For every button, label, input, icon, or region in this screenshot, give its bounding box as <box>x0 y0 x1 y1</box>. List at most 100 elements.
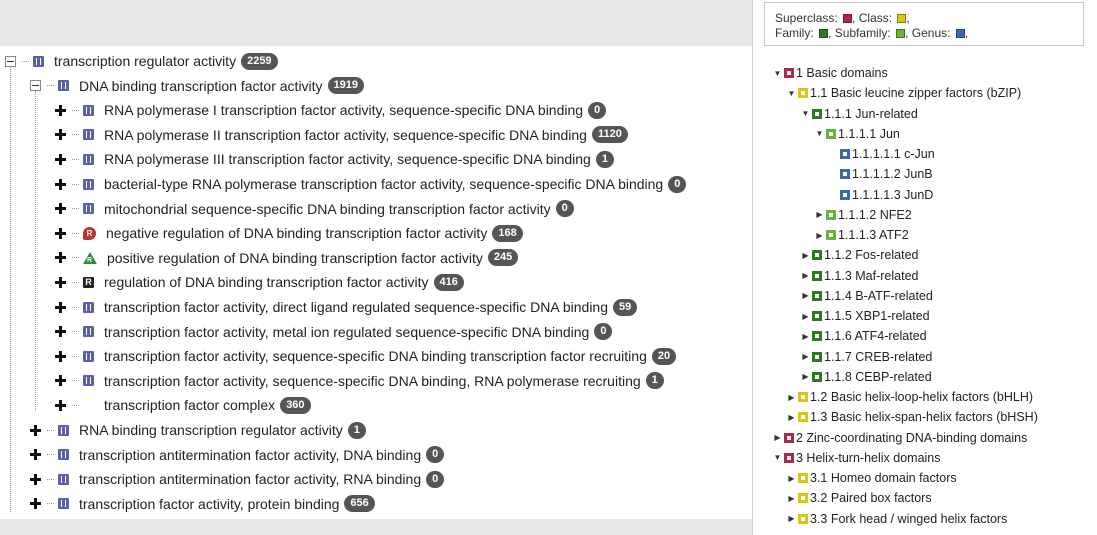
collapsed-arrow-icon[interactable]: ▶ <box>801 251 810 260</box>
expand-icon[interactable] <box>55 129 66 141</box>
tree-row[interactable]: bacterial-type RNA polymerase transcript… <box>55 172 687 196</box>
expand-icon[interactable] <box>55 399 66 411</box>
classification-row-label[interactable]: 1.3 Basic helix-span-helix factors (bHSH… <box>810 410 1038 424</box>
classification-row-label[interactable]: 3.1 Homeo domain factors <box>810 471 957 485</box>
classification-row-label[interactable]: 2 Zinc-coordinating DNA-binding domains <box>796 431 1027 445</box>
classification-row[interactable]: ▼ 1.1 Basic leucine zipper factors (bZIP) <box>787 83 1022 103</box>
expand-icon[interactable] <box>30 449 41 461</box>
tree-row[interactable]: transcription factor activity, protein b… <box>30 492 375 516</box>
expanded-arrow-icon[interactable]: ▼ <box>773 69 782 78</box>
collapsed-arrow-icon[interactable]: ▶ <box>815 210 824 219</box>
expand-icon[interactable] <box>55 178 66 190</box>
expand-icon[interactable] <box>30 498 41 510</box>
tree-row-label[interactable]: regulation of DNA binding transcription … <box>104 274 429 290</box>
tree-row-label[interactable]: bacterial-type RNA polymerase transcript… <box>104 176 663 192</box>
classification-row-label[interactable]: 1.1.5 XBP1-related <box>824 309 930 323</box>
tree-row-label[interactable]: transcription factor activity, protein b… <box>79 496 339 512</box>
expand-icon[interactable] <box>55 301 66 313</box>
classification-row-label[interactable]: 1.1.6 ATF4-related <box>824 329 927 343</box>
classification-row-label[interactable]: 3.3 Fork head / winged helix factors <box>810 512 1007 526</box>
expand-icon[interactable] <box>55 350 66 362</box>
classification-row-label[interactable]: 1.1.1 Jun-related <box>824 107 918 121</box>
classification-row[interactable]: ▼ 1.1.1.1 Jun <box>815 124 900 144</box>
classification-row-label[interactable]: 3 Helix-turn-helix domains <box>796 451 941 465</box>
tree-row-label[interactable]: transcription factor activity, sequence-… <box>104 373 641 389</box>
tree-row[interactable]: Rpositive regulation of DNA binding tran… <box>55 246 519 270</box>
collapsed-arrow-icon[interactable]: ▶ <box>801 352 810 361</box>
collapsed-arrow-icon[interactable]: ▶ <box>815 231 824 240</box>
classification-row[interactable]: ▶ 3.2 Paired box factors <box>787 488 932 508</box>
tree-row[interactable]: transcription factor complex 360 <box>55 393 311 417</box>
classification-row[interactable]: 1.1.1.1.1 c-Jun <box>829 144 935 164</box>
tree-row-label[interactable]: transcription antitermination factor act… <box>79 471 421 487</box>
classification-row[interactable]: ▶ 3.1 Homeo domain factors <box>787 468 957 488</box>
tree-row[interactable]: RNA polymerase II transcription factor a… <box>55 123 628 147</box>
tree-row-label[interactable]: transcription factor complex <box>104 397 275 413</box>
tree-row-label[interactable]: transcription factor activity, sequence-… <box>104 348 647 364</box>
classification-row[interactable]: ▶ 1.1.7 CREB-related <box>801 347 932 367</box>
collapse-icon[interactable] <box>5 55 16 67</box>
expand-icon[interactable] <box>55 227 66 239</box>
classification-row[interactable]: ▶ 1.1.1.3 ATF2 <box>815 225 909 245</box>
tree-row-label[interactable]: transcription factor activity, metal ion… <box>104 324 589 340</box>
classification-row-label[interactable]: 1.1.2 Fos-related <box>824 248 919 262</box>
expanded-arrow-icon[interactable]: ▼ <box>815 129 824 138</box>
collapsed-arrow-icon[interactable]: ▶ <box>787 413 796 422</box>
expanded-arrow-icon[interactable]: ▼ <box>801 109 810 118</box>
tree-row[interactable]: Rregulation of DNA binding transcription… <box>55 270 464 294</box>
tree-row-label[interactable]: transcription antitermination factor act… <box>79 447 421 463</box>
tree-row-label[interactable]: DNA binding transcription factor activit… <box>79 78 323 94</box>
expand-icon[interactable] <box>55 326 66 338</box>
classification-row[interactable]: 1.1.1.1.3 JunD <box>829 185 933 205</box>
tree-row[interactable]: RNA polymerase III transcription factor … <box>55 147 614 171</box>
expanded-arrow-icon[interactable]: ▼ <box>773 453 782 462</box>
classification-row-label[interactable]: 1.1.1.2 NFE2 <box>838 208 912 222</box>
expand-icon[interactable] <box>55 153 66 165</box>
tree-row[interactable]: transcription factor activity, sequence-… <box>55 344 677 368</box>
classification-row[interactable]: ▶ 2 Zinc-coordinating DNA-binding domains <box>773 428 1027 448</box>
expand-icon[interactable] <box>55 276 66 288</box>
classification-row[interactable]: ▶ 1.1.6 ATF4-related <box>801 326 927 346</box>
classification-row[interactable]: ▼ 3 Helix-turn-helix domains <box>773 448 941 468</box>
collapsed-arrow-icon[interactable]: ▶ <box>801 271 810 280</box>
tree-row-label[interactable]: RNA binding transcription regulator acti… <box>79 422 343 438</box>
tree-row[interactable]: transcription factor activity, direct li… <box>55 295 638 319</box>
tree-row-label[interactable]: positive regulation of DNA binding trans… <box>107 250 483 266</box>
classification-row-label[interactable]: 1.2 Basic helix-loop-helix factors (bHLH… <box>810 390 1033 404</box>
collapsed-arrow-icon[interactable]: ▶ <box>787 494 796 503</box>
classification-row[interactable]: ▼ 1 Basic domains <box>773 63 888 83</box>
collapsed-arrow-icon[interactable]: ▶ <box>787 514 796 523</box>
tree-row-label[interactable]: negative regulation of DNA binding trans… <box>106 225 487 241</box>
expand-icon[interactable] <box>30 424 41 436</box>
expand-icon[interactable] <box>55 375 66 387</box>
tree-row[interactable]: mitochondrial sequence-specific DNA bind… <box>55 197 574 221</box>
tree-row-label[interactable]: RNA polymerase III transcription factor … <box>104 151 591 167</box>
expand-icon[interactable] <box>55 252 66 264</box>
tree-row[interactable]: transcription antitermination factor act… <box>30 467 445 491</box>
expand-icon[interactable] <box>30 473 41 485</box>
tree-row[interactable]: Rnegative regulation of DNA binding tran… <box>55 221 523 245</box>
tree-row-label[interactable]: mitochondrial sequence-specific DNA bind… <box>104 201 551 217</box>
collapsed-arrow-icon[interactable]: ▶ <box>801 332 810 341</box>
tree-row[interactable]: transcription regulator activity 2259 <box>5 49 278 73</box>
classification-row-label[interactable]: 1.1.1.1.3 JunD <box>852 188 933 202</box>
classification-row[interactable]: ▶ 1.2 Basic helix-loop-helix factors (bHL… <box>787 387 1033 407</box>
classification-row-label[interactable]: 1.1.3 Maf-related <box>824 269 919 283</box>
classification-row-label[interactable]: 3.2 Paired box factors <box>810 491 932 505</box>
classification-row[interactable]: ▶ 1.1.4 B-ATF-related <box>801 286 932 306</box>
classification-row-label[interactable]: 1.1.1.3 ATF2 <box>838 228 909 242</box>
tree-row[interactable]: RNA binding transcription regulator acti… <box>30 418 366 442</box>
expand-icon[interactable] <box>55 104 66 116</box>
expand-icon[interactable] <box>55 203 66 215</box>
classification-row[interactable]: ▶ 1.3 Basic helix-span-helix factors (bHS… <box>787 407 1038 427</box>
classification-row[interactable]: ▼ 1.1.1 Jun-related <box>801 104 918 124</box>
classification-row-label[interactable]: 1.1.8 CEBP-related <box>824 370 932 384</box>
tree-row-label[interactable]: transcription regulator activity <box>54 53 236 69</box>
classification-row[interactable]: ▶ 1.1.8 CEBP-related <box>801 367 932 387</box>
classification-row[interactable]: ▶ 3.3 Fork head / winged helix factors <box>787 509 1007 529</box>
tree-row[interactable]: DNA binding transcription factor activit… <box>30 74 365 98</box>
tree-row[interactable]: transcription antitermination factor act… <box>30 443 445 467</box>
collapsed-arrow-icon[interactable]: ▶ <box>801 312 810 321</box>
classification-row[interactable]: ▶ 1.1.1.2 NFE2 <box>815 205 912 225</box>
tree-row[interactable]: RNA polymerase I transcription factor ac… <box>55 98 607 122</box>
